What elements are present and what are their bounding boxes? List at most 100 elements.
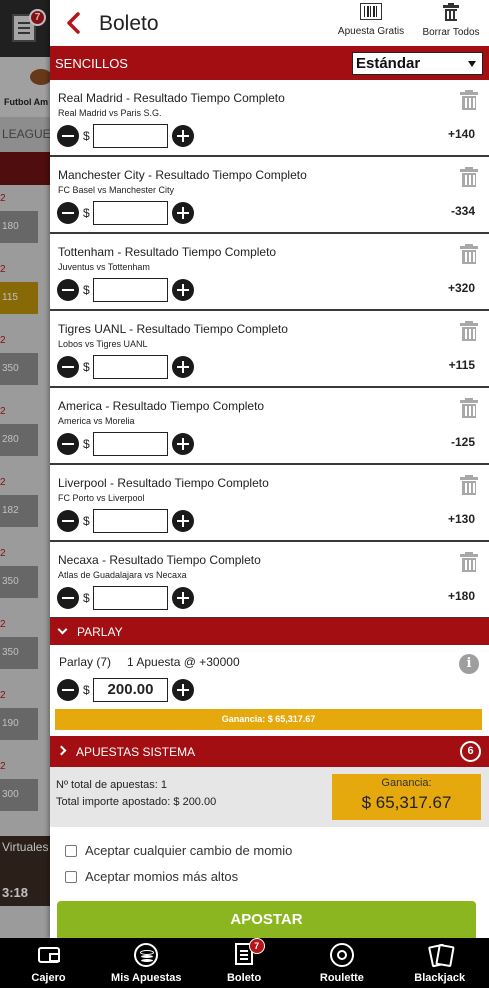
remove-bet-trash-icon[interactable] (460, 475, 478, 495)
totals-summary: Nº total de apuestas: 1 Total importe ap… (50, 767, 489, 827)
nav-item-betslip[interactable]: 7 Boleto (196, 938, 293, 988)
bet-odds: +115 (448, 358, 475, 372)
nav-label: Cajero (31, 972, 66, 984)
free-bet-label: Apuesta Gratis (337, 26, 405, 37)
bet-market: America - Resultado Tiempo Completo (58, 399, 265, 413)
currency-symbol: $ (83, 360, 90, 374)
checkbox-icon[interactable] (65, 844, 77, 857)
nav-label: Roulette (319, 972, 364, 984)
currency-symbol: $ (83, 283, 90, 297)
bet-odds: -125 (450, 435, 475, 449)
total-amount: Total importe apostado: $ 200.00 (56, 796, 217, 808)
gain-label: Ganancia: (381, 777, 432, 789)
wallet-icon (37, 947, 60, 963)
decrease-stake-button[interactable] (57, 202, 79, 224)
nav-badge: 7 (248, 938, 265, 954)
chevron-right-icon (56, 745, 67, 756)
accept-higher-odds-checkbox[interactable]: Aceptar momios más altos (65, 869, 238, 884)
barcode-icon (360, 3, 382, 20)
nav-item-cards[interactable]: Blackjack (391, 938, 488, 988)
increase-stake-button[interactable] (172, 433, 194, 455)
chevron-down-icon (57, 624, 68, 635)
accept-any-label: Aceptar cualquier cambio de momio (85, 843, 293, 858)
increase-stake-button[interactable] (172, 125, 194, 147)
decrease-stake-button[interactable] (57, 679, 79, 701)
checkbox-icon[interactable] (65, 870, 77, 883)
parlay-section-header[interactable]: PARLAY (50, 618, 489, 645)
remove-bet-trash-icon[interactable] (460, 321, 478, 341)
single-bet: Manchester City - Resultado Tiempo Compl… (50, 157, 489, 234)
increase-stake-button[interactable] (172, 679, 194, 701)
gain-value: $ 65,317.67 (361, 793, 452, 812)
bet-market: Liverpool - Resultado Tiempo Completo (58, 476, 269, 490)
currency-symbol: $ (83, 514, 90, 528)
stake-input[interactable] (93, 278, 168, 302)
remove-bet-trash-icon[interactable] (460, 244, 478, 264)
free-bet-button[interactable]: Apuesta Gratis (336, 3, 406, 37)
clear-all-button[interactable]: Borrar Todos (419, 3, 483, 38)
bet-odds: +140 (447, 127, 475, 141)
decrease-stake-button[interactable] (57, 510, 79, 532)
parlay-gain-bar: Ganancia: $ 65,317.67 (55, 709, 482, 730)
bet-mode-select[interactable]: Estándar (352, 52, 483, 75)
decrease-stake-button[interactable] (57, 125, 79, 147)
increase-stake-button[interactable] (172, 356, 194, 378)
remove-bet-trash-icon[interactable] (460, 398, 478, 418)
background-page: 7 Futbol Am LEAGUE 2 180 2 115 2 350 2 280 2 182 2… (0, 0, 50, 988)
place-bet-button[interactable]: APOSTAR (57, 901, 476, 938)
decrease-stake-button[interactable] (57, 587, 79, 609)
nav-item-chips[interactable]: Mis Apuestas (98, 938, 195, 988)
increase-stake-button[interactable] (172, 587, 194, 609)
parlay-stake-input[interactable]: 200.00 (93, 678, 168, 702)
clear-all-label: Borrar Todos (422, 27, 480, 38)
increase-stake-button[interactable] (172, 202, 194, 224)
betslip-header: Boleto Apuesta Gratis Borrar Todos (50, 0, 489, 46)
page-title: Boleto (99, 12, 159, 35)
bet-event: FC Basel vs Manchester City (58, 185, 175, 195)
bet-options: Aceptar cualquier cambio de momio Acepta… (50, 827, 489, 938)
dropdown-arrow-icon (468, 61, 476, 67)
bet-mode-value: Estándar (356, 55, 421, 72)
bet-event: FC Porto vs Liverpool (58, 493, 145, 503)
single-bet: Liverpool - Resultado Tiempo Completo FC … (50, 465, 489, 542)
back-chevron-icon[interactable] (64, 11, 84, 35)
increase-stake-button[interactable] (172, 279, 194, 301)
stake-input[interactable] (93, 201, 168, 225)
bet-odds: -334 (450, 204, 475, 218)
info-icon[interactable]: i (459, 654, 479, 674)
bet-market: Necaxa - Resultado Tiempo Completo (58, 553, 261, 567)
stake-input[interactable] (93, 509, 168, 533)
currency-symbol: $ (83, 206, 90, 220)
nav-item-wallet[interactable]: Cajero (0, 938, 97, 988)
overlay-shade[interactable] (0, 0, 50, 988)
decrease-stake-button[interactable] (57, 356, 79, 378)
cards-icon (430, 943, 450, 965)
system-bets-count-badge: 6 (460, 741, 481, 762)
bet-market: Tottenham - Resultado Tiempo Completo (58, 245, 277, 259)
bet-event: Juventus vs Tottenham (58, 262, 150, 272)
remove-bet-trash-icon[interactable] (460, 167, 478, 187)
nav-item-roulette[interactable]: Roulette (293, 938, 390, 988)
currency-symbol: $ (83, 591, 90, 605)
decrease-stake-button[interactable] (57, 433, 79, 455)
singles-list: Real Madrid - Resultado Tiempo Completo R… (50, 80, 489, 619)
single-bet: Necaxa - Resultado Tiempo Completo Atlas … (50, 542, 489, 619)
stake-input[interactable] (93, 432, 168, 456)
system-bets-header[interactable]: APUESTAS SISTEMA 6 (50, 736, 489, 767)
stake-input[interactable] (93, 355, 168, 379)
singles-section-header: SENCILLOS Estándar (50, 46, 489, 80)
decrease-stake-button[interactable] (57, 279, 79, 301)
parlay-label: PARLAY (77, 625, 123, 639)
betslip-panel: Boleto Apuesta Gratis Borrar Todos SENCI… (50, 0, 489, 938)
trash-icon (443, 3, 459, 21)
total-gain-box: Ganancia: $ 65,317.67 (332, 774, 481, 820)
currency-symbol: $ (83, 683, 90, 697)
parlay-bet: Parlay (7) 1 Apuesta @ +30000 i $ 200.00 … (50, 645, 489, 736)
remove-bet-trash-icon[interactable] (460, 552, 478, 572)
stake-input[interactable] (93, 586, 168, 610)
accept-any-odds-change-checkbox[interactable]: Aceptar cualquier cambio de momio (65, 843, 292, 858)
remove-bet-trash-icon[interactable] (460, 90, 478, 110)
single-bet: America - Resultado Tiempo Completo Ameri… (50, 388, 489, 465)
increase-stake-button[interactable] (172, 510, 194, 532)
stake-input[interactable] (93, 124, 168, 148)
